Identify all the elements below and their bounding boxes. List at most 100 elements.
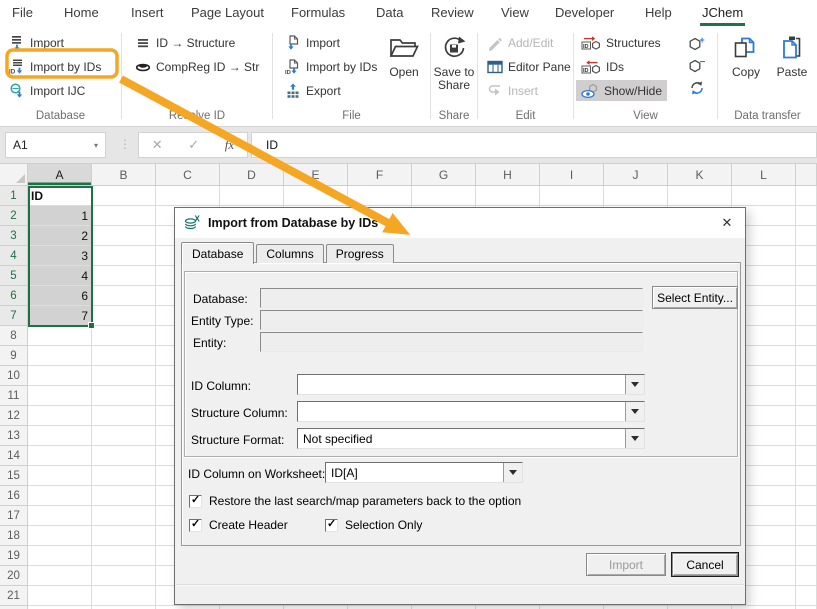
row-header-20[interactable]: 20 <box>0 566 28 586</box>
select-entity-button[interactable]: Select Entity... <box>652 286 738 309</box>
cell-partial[interactable] <box>796 306 817 326</box>
row-header-5[interactable]: 5 <box>0 266 28 286</box>
cell-A21[interactable] <box>28 586 92 606</box>
row-header-11[interactable]: 11 <box>0 386 28 406</box>
dropdown-arrow-icon[interactable] <box>503 463 522 482</box>
cell-B3[interactable] <box>92 226 156 246</box>
cell-B13[interactable] <box>92 426 156 446</box>
cell-L1[interactable] <box>732 186 796 206</box>
cell-partial[interactable] <box>796 346 817 366</box>
paste-button[interactable]: Paste <box>772 30 812 79</box>
editor-pane-button[interactable]: Editor Pane <box>482 56 576 77</box>
column-header-L[interactable]: L <box>732 164 796 186</box>
cell-B6[interactable] <box>92 286 156 306</box>
checkbox-checked-icon[interactable] <box>189 495 202 508</box>
cell-G1[interactable] <box>412 186 476 206</box>
cell-partial[interactable] <box>796 406 817 426</box>
row-header-7[interactable]: 7 <box>0 306 28 326</box>
row-header-10[interactable]: 10 <box>0 366 28 386</box>
file-import-by-ids-button[interactable]: ID Import by IDs <box>280 56 382 77</box>
import-ijc-button[interactable]: Import IJC <box>4 80 106 101</box>
id-column-combo[interactable] <box>297 374 645 395</box>
row-header-18[interactable]: 18 <box>0 526 28 546</box>
cell-partial[interactable] <box>796 466 817 486</box>
save-to-share-button[interactable]: Save to Share <box>431 30 477 92</box>
refresh-button[interactable] <box>687 79 707 97</box>
tab-developer[interactable]: Developer <box>555 0 614 27</box>
cell-E1[interactable] <box>284 186 348 206</box>
row-header-16[interactable]: 16 <box>0 486 28 506</box>
cell-B11[interactable] <box>92 386 156 406</box>
cell-partial[interactable] <box>796 386 817 406</box>
cell-B15[interactable] <box>92 466 156 486</box>
row-header-6[interactable]: 6 <box>0 286 28 306</box>
row-header-15[interactable]: 15 <box>0 466 28 486</box>
remove-structure-button[interactable]: − <box>687 57 707 75</box>
tab-page-layout[interactable]: Page Layout <box>191 0 264 27</box>
cell-partial[interactable] <box>796 186 817 206</box>
compreg-id-to-str-button[interactable]: CompReg ID → Str <box>130 56 264 77</box>
select-all-corner[interactable] <box>0 164 28 186</box>
cell-C1[interactable] <box>156 186 220 206</box>
checkbox-checked-icon[interactable] <box>325 519 338 532</box>
add-structure-button[interactable]: + <box>687 35 707 53</box>
cell-B16[interactable] <box>92 486 156 506</box>
column-header-J[interactable]: J <box>604 164 668 186</box>
cell-B17[interactable] <box>92 506 156 526</box>
row-header-9[interactable]: 9 <box>0 346 28 366</box>
cell-I1[interactable] <box>540 186 604 206</box>
cell-A7[interactable]: 7 <box>28 306 92 326</box>
create-header-checkbox[interactable]: Create Header <box>189 518 288 532</box>
cell-B20[interactable] <box>92 566 156 586</box>
tab-help[interactable]: Help <box>645 0 672 27</box>
column-header-E[interactable]: E <box>284 164 348 186</box>
cell-A20[interactable] <box>28 566 92 586</box>
cell-B19[interactable] <box>92 546 156 566</box>
cell-A10[interactable] <box>28 366 92 386</box>
column-header-H[interactable]: H <box>476 164 540 186</box>
tab-view[interactable]: View <box>501 0 529 27</box>
cell-B18[interactable] <box>92 526 156 546</box>
cell-B8[interactable] <box>92 326 156 346</box>
export-button[interactable]: Export <box>280 80 382 101</box>
cell-B5[interactable] <box>92 266 156 286</box>
column-header-partial[interactable] <box>796 164 817 186</box>
import-button[interactable]: Import <box>4 32 106 53</box>
tab-formulas[interactable]: Formulas <box>291 0 345 27</box>
row-header-14[interactable]: 14 <box>0 446 28 466</box>
cell-partial[interactable] <box>796 586 817 606</box>
open-button[interactable]: Open <box>381 30 427 79</box>
dialog-tab-progress[interactable]: Progress <box>326 244 394 263</box>
cell-F1[interactable] <box>348 186 412 206</box>
cell-B4[interactable] <box>92 246 156 266</box>
cancel-button[interactable]: Cancel <box>672 553 738 576</box>
show-hide-button[interactable]: Show/Hide <box>576 80 667 101</box>
cell-partial[interactable] <box>796 506 817 526</box>
tab-review[interactable]: Review <box>431 0 474 27</box>
dropdown-arrow-icon[interactable] <box>625 429 644 448</box>
cell-H1[interactable] <box>476 186 540 206</box>
cell-A13[interactable] <box>28 426 92 446</box>
cell-D1[interactable] <box>220 186 284 206</box>
cell-A12[interactable] <box>28 406 92 426</box>
row-header-21[interactable]: 21 <box>0 586 28 606</box>
row-header-1[interactable]: 1 <box>0 186 28 206</box>
column-header-C[interactable]: C <box>156 164 220 186</box>
cell-partial[interactable] <box>796 546 817 566</box>
formula-input[interactable]: ID <box>251 132 817 158</box>
tab-insert[interactable]: Insert <box>131 0 164 27</box>
name-box[interactable]: A1 ▾ <box>5 132 106 158</box>
cell-B14[interactable] <box>92 446 156 466</box>
cell-partial[interactable] <box>796 526 817 546</box>
row-header-3[interactable]: 3 <box>0 226 28 246</box>
cell-partial[interactable] <box>796 326 817 346</box>
file-import-button[interactable]: Import <box>280 32 382 53</box>
cell-A18[interactable] <box>28 526 92 546</box>
tab-file[interactable]: File <box>12 0 33 27</box>
checkbox-checked-icon[interactable] <box>189 519 202 532</box>
cell-A1[interactable]: ID <box>28 186 92 206</box>
structures-button[interactable]: ID Structures <box>576 32 667 53</box>
column-header-I[interactable]: I <box>540 164 604 186</box>
column-header-G[interactable]: G <box>412 164 476 186</box>
cell-A8[interactable] <box>28 326 92 346</box>
